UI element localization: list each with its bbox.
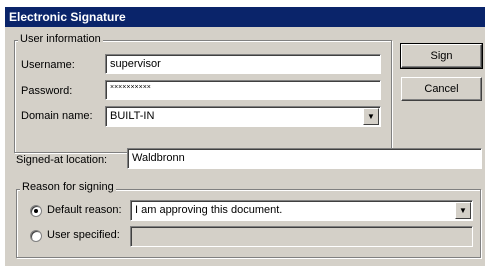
user-information-legend: User information	[18, 33, 103, 45]
sign-button[interactable]: Sign	[400, 43, 483, 69]
window-title: Electronic Signature	[5, 7, 485, 27]
signed-at-location-field[interactable]: Waldbronn	[127, 148, 482, 169]
signed-at-location-label: Signed-at location:	[16, 154, 108, 166]
username-field[interactable]: supervisor	[105, 54, 381, 74]
domain-name-value: BUILT-IN	[110, 110, 155, 122]
domain-name-select[interactable]: BUILT-IN ▼	[105, 106, 381, 127]
reason-for-signing-legend: Reason for signing	[20, 181, 116, 193]
password-field[interactable]: ××××××××××	[105, 80, 381, 100]
username-label: Username:	[21, 59, 75, 71]
default-reason-select[interactable]: I am approving this document. ▼	[130, 200, 473, 221]
cancel-button[interactable]: Cancel	[401, 77, 482, 101]
default-reason-label[interactable]: Default reason:	[47, 204, 122, 216]
user-specified-label[interactable]: User specified:	[47, 229, 120, 241]
chevron-down-icon[interactable]: ▼	[455, 202, 471, 219]
user-specified-field[interactable]	[130, 226, 473, 247]
chevron-down-icon[interactable]: ▼	[363, 108, 379, 125]
radio-dot-icon	[34, 209, 38, 213]
electronic-signature-dialog: Electronic Signature User information Us…	[5, 7, 485, 266]
domain-name-label: Domain name:	[21, 110, 93, 122]
default-reason-value: I am approving this document.	[135, 204, 283, 216]
default-reason-radio[interactable]	[30, 205, 42, 217]
user-specified-radio[interactable]	[30, 230, 42, 242]
password-label: Password:	[21, 85, 73, 97]
